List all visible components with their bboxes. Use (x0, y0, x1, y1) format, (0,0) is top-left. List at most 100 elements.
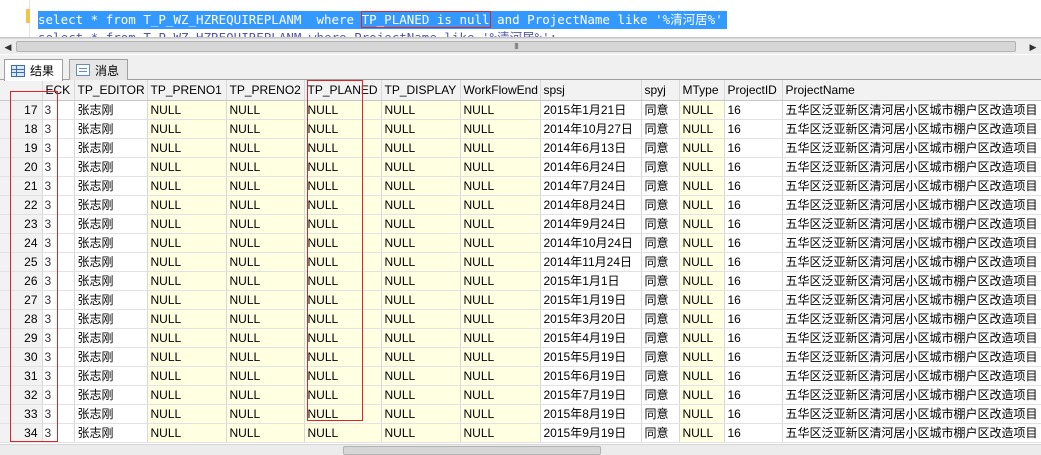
tp-preno2-cell[interactable]: NULL (226, 347, 305, 367)
tp-display-cell[interactable]: NULL (381, 176, 461, 196)
tp-planed-cell[interactable]: NULL (304, 176, 382, 196)
column-header-projectname[interactable]: ProjectName (782, 80, 1041, 101)
projectid-cell[interactable]: 16 (724, 271, 783, 291)
scroll-left-arrow-icon[interactable]: ◀ (0, 39, 16, 55)
spsj-cell[interactable]: 2015年1月1日 (540, 271, 642, 291)
tp-preno1-cell[interactable]: NULL (147, 157, 227, 177)
tp-editor-cell[interactable]: 张志刚 (74, 385, 148, 405)
tp-planed-cell[interactable]: NULL (304, 233, 382, 253)
tp-preno1-cell[interactable]: NULL (147, 271, 227, 291)
tp-display-cell[interactable]: NULL (381, 423, 461, 443)
tp-editor-cell[interactable]: 张志刚 (74, 195, 148, 215)
tp-display-cell[interactable]: NULL (381, 119, 461, 139)
table-row[interactable]: 30 3 张志刚 NULL NULL NULL NULL NULL 2015年5月19日 同意 NU… (0, 347, 1041, 367)
sql-line-selected[interactable]: select * from T_P_WZ_HZREQUIREPLANM wher… (38, 11, 727, 29)
tp-editor-cell[interactable]: 张志刚 (74, 328, 148, 348)
workflowend-cell[interactable]: NULL (460, 385, 541, 405)
tp-editor-cell[interactable]: 张志刚 (74, 176, 148, 196)
table-row[interactable]: 31 3 张志刚 NULL NULL NULL NULL NULL 2015年6月19日 同意 NU… (0, 366, 1041, 386)
projectid-cell[interactable]: 16 (724, 290, 783, 310)
workflowend-cell[interactable]: NULL (460, 423, 541, 443)
spsj-cell[interactable]: 2015年6月19日 (540, 366, 642, 386)
table-row[interactable]: 29 3 张志刚 NULL NULL NULL NULL NULL 2015年4月19日 同意 NU… (0, 328, 1041, 348)
tp-preno2-cell[interactable]: NULL (226, 138, 305, 158)
tp-editor-cell[interactable]: 张志刚 (74, 119, 148, 139)
tp-display-cell[interactable]: NULL (381, 347, 461, 367)
tp-editor-cell[interactable]: 张志刚 (74, 157, 148, 177)
table-row[interactable]: 19 3 张志刚 NULL NULL NULL NULL NULL 2014年6月13日 同意 NU… (0, 138, 1041, 158)
spsj-cell[interactable]: 2015年5月19日 (540, 347, 642, 367)
tp-planed-cell[interactable]: NULL (304, 328, 382, 348)
tp-planed-cell[interactable]: NULL (304, 366, 382, 386)
mtype-cell[interactable]: NULL (679, 271, 725, 291)
column-header-tp-editor[interactable]: TP_EDITOR (74, 80, 148, 101)
tp-planed-cell[interactable]: NULL (304, 347, 382, 367)
workflowend-cell[interactable]: NULL (460, 271, 541, 291)
row-number-cell[interactable]: 18 (0, 119, 43, 139)
mtype-cell[interactable]: NULL (679, 195, 725, 215)
workflowend-cell[interactable]: NULL (460, 138, 541, 158)
tp-editor-cell[interactable]: 张志刚 (74, 100, 148, 120)
projectid-cell[interactable]: 16 (724, 423, 783, 443)
tp-preno1-cell[interactable]: NULL (147, 176, 227, 196)
workflowend-cell[interactable]: NULL (460, 328, 541, 348)
tp-preno2-cell[interactable]: NULL (226, 252, 305, 272)
spyj-cell[interactable]: 同意 (641, 157, 680, 177)
tp-display-cell[interactable]: NULL (381, 138, 461, 158)
spyj-cell[interactable]: 同意 (641, 100, 680, 120)
table-row[interactable]: 23 3 张志刚 NULL NULL NULL NULL NULL 2014年9月24日 同意 NU… (0, 214, 1041, 234)
tp-planed-cell[interactable]: NULL (304, 214, 382, 234)
eck-cell[interactable]: 3 (42, 119, 75, 139)
row-number-cell[interactable]: 23 (0, 214, 43, 234)
eck-cell[interactable]: 3 (42, 100, 75, 120)
mtype-cell[interactable]: NULL (679, 252, 725, 272)
table-row[interactable]: 34 3 张志刚 NULL NULL NULL NULL NULL 2015年9月19日 同意 NU… (0, 423, 1041, 443)
row-number-cell[interactable]: 28 (0, 309, 43, 329)
workflowend-cell[interactable]: NULL (460, 157, 541, 177)
tp-preno1-cell[interactable]: NULL (147, 100, 227, 120)
table-row[interactable]: 22 3 张志刚 NULL NULL NULL NULL NULL 2014年8月24日 同意 NU… (0, 195, 1041, 215)
tp-editor-cell[interactable]: 张志刚 (74, 271, 148, 291)
mtype-cell[interactable]: NULL (679, 404, 725, 424)
eck-cell[interactable]: 3 (42, 271, 75, 291)
tp-preno2-cell[interactable]: NULL (226, 423, 305, 443)
eck-cell[interactable]: 3 (42, 366, 75, 386)
row-number-cell[interactable]: 26 (0, 271, 43, 291)
tp-preno1-cell[interactable]: NULL (147, 328, 227, 348)
workflowend-cell[interactable]: NULL (460, 119, 541, 139)
spyj-cell[interactable]: 同意 (641, 119, 680, 139)
tp-editor-cell[interactable]: 张志刚 (74, 423, 148, 443)
eck-cell[interactable]: 3 (42, 404, 75, 424)
spyj-cell[interactable]: 同意 (641, 138, 680, 158)
spsj-cell[interactable]: 2014年6月13日 (540, 138, 642, 158)
projectname-cell[interactable]: 五华区泛亚新区清河居小区城市棚户区改造项目 (782, 404, 1041, 424)
spsj-cell[interactable]: 2014年9月24日 (540, 214, 642, 234)
mtype-cell[interactable]: NULL (679, 347, 725, 367)
mtype-cell[interactable]: NULL (679, 366, 725, 386)
tp-preno1-cell[interactable]: NULL (147, 404, 227, 424)
projectid-cell[interactable]: 16 (724, 328, 783, 348)
tp-preno2-cell[interactable]: NULL (226, 176, 305, 196)
projectid-cell[interactable]: 16 (724, 309, 783, 329)
eck-cell[interactable]: 3 (42, 195, 75, 215)
column-header-eck[interactable]: ECK (42, 80, 75, 101)
projectname-cell[interactable]: 五华区泛亚新区清河居小区城市棚户区改造项目 (782, 119, 1041, 139)
projectid-cell[interactable]: 16 (724, 233, 783, 253)
tp-display-cell[interactable]: NULL (381, 404, 461, 424)
tp-preno2-cell[interactable]: NULL (226, 100, 305, 120)
tp-planed-cell[interactable]: NULL (304, 119, 382, 139)
tp-preno2-cell[interactable]: NULL (226, 214, 305, 234)
mtype-cell[interactable]: NULL (679, 138, 725, 158)
row-number-cell[interactable]: 29 (0, 328, 43, 348)
projectname-cell[interactable]: 五华区泛亚新区清河居小区城市棚户区改造项目 (782, 233, 1041, 253)
eck-cell[interactable]: 3 (42, 176, 75, 196)
tp-editor-cell[interactable]: 张志刚 (74, 347, 148, 367)
projectid-cell[interactable]: 16 (724, 214, 783, 234)
workflowend-cell[interactable]: NULL (460, 176, 541, 196)
row-number-cell[interactable]: 17 (0, 100, 43, 120)
projectid-cell[interactable]: 16 (724, 366, 783, 386)
eck-cell[interactable]: 3 (42, 252, 75, 272)
projectname-cell[interactable]: 五华区泛亚新区清河居小区城市棚户区改造项目 (782, 328, 1041, 348)
projectid-cell[interactable]: 16 (724, 385, 783, 405)
row-number-cell[interactable]: 25 (0, 252, 43, 272)
